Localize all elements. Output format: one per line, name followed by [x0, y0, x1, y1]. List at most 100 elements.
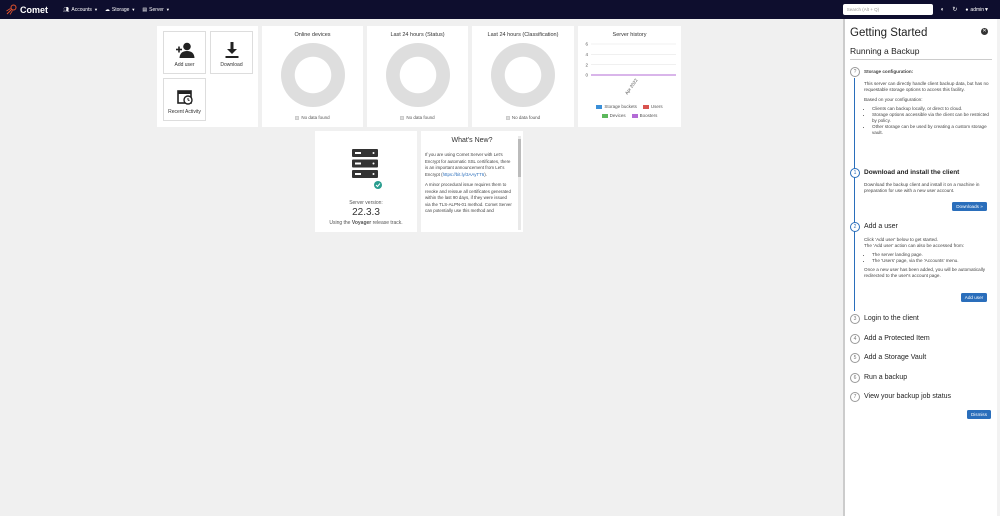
- recent-activity-tile[interactable]: Recent Activity: [163, 78, 206, 121]
- track-suffix: release track.: [372, 220, 403, 226]
- step-number-4: 4: [850, 334, 860, 344]
- whats-new-scrollbar[interactable]: [518, 136, 521, 230]
- close-icon[interactable]: ✕: [981, 28, 988, 35]
- online-devices-card: Online devices No data found: [262, 26, 363, 127]
- list-item: Storage options accessible via the clien…: [872, 112, 992, 124]
- whats-new-body[interactable]: If you are using Comet Server with Let's…: [425, 152, 513, 230]
- add-user-tile-label: Add user: [174, 62, 195, 68]
- no-data-label: No data found: [301, 115, 330, 120]
- whats-new-paragraph: If you are using Comet Server with Let's…: [425, 152, 513, 178]
- status-24h-donut: [385, 43, 450, 107]
- whats-new-card: What's New? If you are using Comet Serve…: [421, 131, 523, 232]
- server-history-legend-row-2: Devices Boosters: [578, 113, 681, 118]
- legend-storage-buckets[interactable]: Storage buckets: [596, 104, 637, 109]
- classification-24h-title: Last 24 hours (Classification): [487, 32, 559, 38]
- legend-users[interactable]: Users: [642, 104, 663, 109]
- lets-encrypt-link[interactable]: https://bit.ly/3AAyTT6: [443, 172, 485, 177]
- legend-devices[interactable]: Devices: [601, 113, 626, 118]
- add-user-tile[interactable]: Add user: [163, 31, 206, 74]
- server-version-label: Server version:: [349, 200, 383, 206]
- caret-down-icon: ▼: [93, 7, 98, 12]
- download-tile[interactable]: Download: [210, 31, 253, 74]
- list-item: Other storage can be used by creating a …: [872, 124, 992, 136]
- refresh-icon[interactable]: ↻: [952, 6, 957, 13]
- step-title-storage-vault[interactable]: Add a Storage Vault: [864, 354, 926, 361]
- classification-24h-donut: [491, 43, 555, 107]
- release-track-text: Using the Voyager release track.: [315, 220, 417, 226]
- whats-new-title: What's New?: [451, 137, 493, 144]
- status-24h-title: Last 24 hours (Status): [390, 32, 445, 38]
- add-user-access-list: The server landing page. The 'Users' pag…: [864, 252, 992, 264]
- nav-accounts-menu[interactable]: 👥︎ Accounts ▼: [63, 7, 98, 13]
- legend-swatch: [295, 115, 300, 120]
- step-title-protected-item[interactable]: Add a Protected Item: [864, 335, 930, 342]
- whats-new-text: ).: [484, 171, 487, 177]
- active-step-line: [854, 78, 855, 311]
- divider: [850, 59, 992, 60]
- legend-swatch: [505, 115, 510, 120]
- step-download-text: Download the backup client and install i…: [864, 182, 980, 193]
- cloud-icon: ☁: [104, 6, 110, 13]
- legend-boosters[interactable]: Boosters: [631, 113, 658, 118]
- step-title-run-backup[interactable]: Run a backup: [864, 374, 907, 381]
- top-navbar: Comet 👥︎ Accounts ▼ ☁ Storage ▼ ▤ Server…: [0, 0, 1000, 19]
- server-version-card: Server version: 22.3.3 Using the Voyager…: [315, 131, 417, 232]
- downloads-button[interactable]: Downloads »: [952, 202, 987, 211]
- nav-server-menu[interactable]: ▤ Server ▼: [142, 7, 169, 13]
- online-devices-donut: [280, 43, 345, 107]
- step-number-3: 3: [850, 314, 860, 324]
- storage-config-list: Clients can backup locally, or direct to…: [864, 106, 992, 136]
- user-menu-label: admin: [970, 6, 985, 13]
- legend-swatch: [642, 104, 649, 109]
- classification-24h-legend: No data found: [472, 115, 574, 120]
- whats-new-scroll-thumb[interactable]: [518, 139, 521, 177]
- add-user-button[interactable]: Add user: [961, 293, 987, 302]
- search-input[interactable]: [842, 4, 933, 15]
- no-data-label: No data found: [406, 115, 435, 120]
- legend-label: Users: [650, 104, 663, 109]
- step-number-5: 5: [850, 353, 860, 363]
- status-24h-legend: No data found: [367, 115, 468, 120]
- getting-started-title: Getting Started: [850, 27, 928, 39]
- add-user-icon: [175, 42, 194, 58]
- step-title-download[interactable]: Download and install the client: [864, 169, 959, 176]
- brand[interactable]: Comet: [6, 4, 56, 15]
- nav-right: ◐ ↻ ● admin ▼: [842, 0, 1000, 19]
- activity-calendar-icon: [176, 90, 193, 105]
- user-icon: ●: [965, 6, 969, 13]
- legend-label: Storage buckets: [604, 104, 637, 109]
- storage-config-text: Based on your configuration:: [864, 97, 923, 102]
- server-version-info: Server version: 22.3.3 Using the Voyager…: [315, 200, 417, 226]
- server-history-card: Server history 0 2 4 6 Apr 2022 Storage buck…: [578, 26, 681, 127]
- server-version-number: 22.3.3: [352, 207, 380, 218]
- getting-started-subtitle: Running a Backup: [850, 46, 920, 56]
- legend-label: Boosters: [639, 113, 658, 118]
- storage-config-text: This server can directly handle client b…: [864, 81, 989, 92]
- storage-config-title: Storage configuration:: [864, 69, 914, 74]
- y-tick-label: 4: [585, 52, 588, 57]
- step-title-login[interactable]: Login to the client: [864, 315, 919, 322]
- recent-activity-tile-label: Recent Activity: [168, 109, 201, 115]
- online-devices-legend: No data found: [262, 115, 363, 120]
- track-prefix: Using the: [329, 220, 351, 226]
- download-tile-label: Download: [220, 62, 243, 68]
- step-title-add-user[interactable]: Add a user: [864, 223, 898, 230]
- legend-label: Devices: [609, 113, 626, 118]
- step-text-line: Once a new user has been added, you will…: [864, 267, 986, 278]
- theme-toggle-icon[interactable]: ◐: [941, 7, 945, 13]
- dismiss-button[interactable]: Dismiss: [967, 410, 991, 419]
- y-tick-label: 0: [585, 73, 588, 78]
- server-stack-icon: [352, 149, 382, 189]
- caret-down-icon: ▼: [131, 7, 136, 12]
- user-menu[interactable]: ● admin ▼: [965, 7, 989, 13]
- step-add-user-text: Click 'Add user' below to get started. T…: [864, 237, 992, 279]
- list-item: The 'Users' page, via the 'Accounts' men…: [872, 258, 992, 264]
- nav-storage-menu[interactable]: ☁ Storage ▼: [105, 7, 135, 13]
- help-icon: ?: [850, 67, 860, 77]
- step-text-line: The 'Add user' action can also be access…: [864, 243, 965, 248]
- step-title-job-status[interactable]: View your backup job status: [864, 393, 951, 400]
- users-icon: 👥︎: [63, 6, 70, 13]
- track-name: Voyager: [351, 220, 372, 226]
- nav-server-label: Server: [149, 6, 164, 13]
- quick-actions-card: Add user Download Recent Activity: [157, 26, 258, 127]
